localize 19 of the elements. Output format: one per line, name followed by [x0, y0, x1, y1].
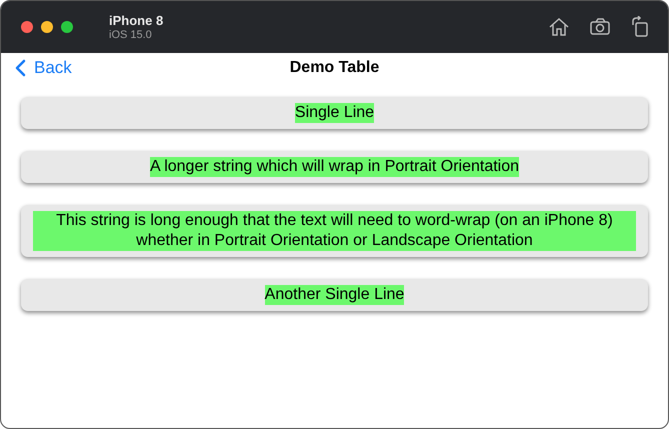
- minimize-button[interactable]: [41, 21, 53, 33]
- rotate-icon[interactable]: [630, 16, 650, 38]
- table-row[interactable]: This string is long enough that the text will need to word-wrap (on an iPhone 8) whether in Portrait Orientation or Landscape Orientation: [21, 205, 648, 257]
- back-button[interactable]: Back: [15, 58, 72, 78]
- zoom-button[interactable]: [61, 21, 73, 33]
- table-row[interactable]: Another Single Line: [21, 279, 648, 311]
- table-row[interactable]: Single Line: [21, 97, 648, 129]
- row-label: A longer string which will wrap in Portrait Orientation: [150, 157, 520, 177]
- home-icon[interactable]: [548, 16, 570, 38]
- close-button[interactable]: [21, 21, 33, 33]
- row-label: Single Line: [294, 103, 374, 123]
- window-subtitle: iOS 15.0: [109, 29, 153, 41]
- nav-title: Demo Table: [290, 59, 380, 77]
- chevron-icon: [15, 59, 26, 77]
- table-row[interactable]: A longer string which will wrap in Portrait Orientation: [21, 151, 648, 183]
- row-label: Another Single Line: [264, 285, 404, 305]
- row-label: This string is long enough that the text will need to word-wrap (on an iPhone 8) whether in Portrait Orientation or Landscape Orientation: [33, 211, 636, 251]
- window-title: iPhone 8: [109, 13, 164, 28]
- camera-icon[interactable]: [589, 17, 611, 37]
